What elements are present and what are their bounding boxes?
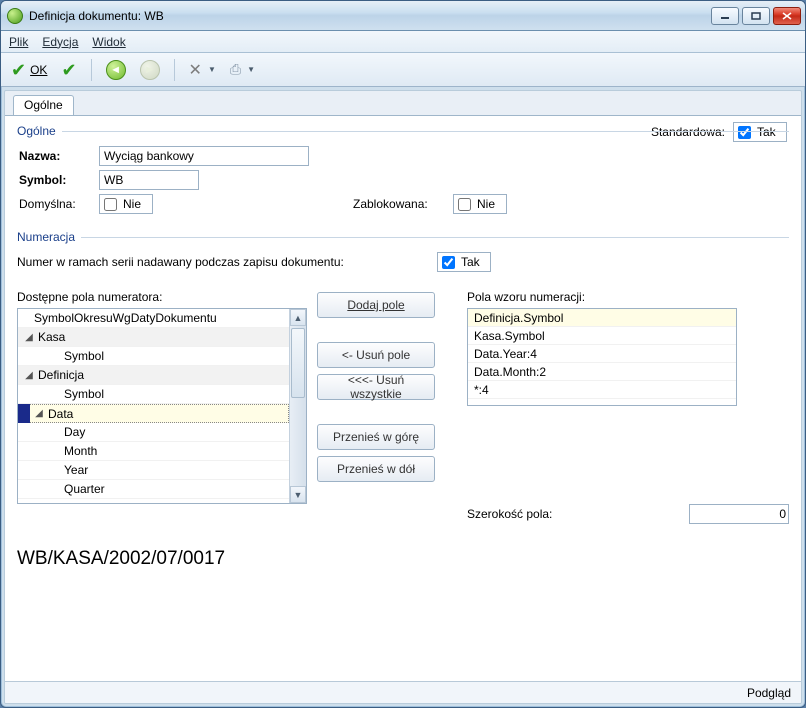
- menu-file[interactable]: Plik: [9, 35, 28, 49]
- series-checkbox-input[interactable]: [442, 256, 455, 269]
- list-item-label: SymbolOkresuWgDatyDokumentu: [34, 311, 217, 325]
- list-item-label: Kasa.Symbol: [474, 329, 545, 343]
- series-label: Numer w ramach serii nadawany podczas za…: [17, 255, 437, 269]
- field-width-label: Szerokość pola:: [467, 507, 577, 521]
- statusbar-right-text[interactable]: Podgląd: [747, 686, 791, 700]
- list-item[interactable]: Data.Year:4: [468, 345, 736, 363]
- scrollbar[interactable]: ▲ ▼: [289, 309, 306, 503]
- symbol-label: Symbol:: [17, 173, 99, 187]
- list-item-label: Month: [64, 444, 97, 458]
- list-item-label: Data.Year:4: [474, 347, 537, 361]
- scroll-up-icon[interactable]: ▲: [290, 309, 306, 326]
- locked-label: Zablokowana:: [353, 197, 453, 211]
- list-item-label: Data: [48, 407, 73, 421]
- check-icon: ✔: [11, 61, 26, 79]
- remove-field-button[interactable]: <- Usuń pole: [317, 342, 435, 368]
- list-item[interactable]: Symbol: [18, 347, 289, 366]
- list-item[interactable]: ◢ Kasa: [18, 328, 289, 347]
- list-item-label: Data.Month:2: [474, 365, 546, 379]
- locked-checkbox[interactable]: Nie: [453, 194, 507, 214]
- list-item[interactable]: Symbol: [18, 385, 289, 404]
- locked-check-text: Nie: [477, 197, 495, 211]
- locked-checkbox-input[interactable]: [458, 198, 471, 211]
- close-button[interactable]: [773, 7, 801, 25]
- list-item[interactable]: Year: [18, 461, 289, 480]
- list-item[interactable]: *:4: [468, 381, 736, 399]
- list-item-label: Symbol: [64, 349, 104, 363]
- app-icon: [7, 8, 23, 24]
- list-item[interactable]: Definicja.Symbol: [468, 309, 736, 327]
- nav-forward-button[interactable]: ►: [136, 57, 164, 83]
- list-item-label: Quarter: [64, 482, 105, 496]
- pattern-fields-list[interactable]: Definicja.Symbol Kasa.Symbol Data.Year:4 Da…: [467, 308, 737, 406]
- group-general-legend: Ogólne: [17, 124, 62, 138]
- name-label: Nazwa:: [17, 149, 99, 163]
- list-item-label: *:4: [474, 383, 489, 397]
- list-item-label: Kasa: [38, 330, 65, 344]
- apply-button[interactable]: ✔: [57, 57, 80, 83]
- available-fields-label: Dostępne pola numeratora:: [17, 290, 307, 304]
- series-checkbox[interactable]: Tak: [437, 252, 491, 272]
- nav-back-button[interactable]: ◄: [102, 57, 130, 83]
- list-item-label: Year: [64, 463, 88, 477]
- remove-all-button[interactable]: <<<- Usuń wszystkie: [317, 374, 435, 400]
- print-button[interactable]: ⎙ ▼: [226, 57, 259, 83]
- default-check-text: Nie: [123, 197, 141, 211]
- minimize-button[interactable]: [711, 7, 739, 25]
- list-item[interactable]: ◢ Data: [18, 404, 289, 423]
- chevron-down-icon: ▼: [208, 65, 216, 74]
- scroll-thumb[interactable]: [291, 328, 305, 398]
- default-label: Domyślna:: [17, 197, 99, 211]
- window-title: Definicja dokumentu: WB: [29, 9, 711, 23]
- available-fields-list[interactable]: SymbolOkresuWgDatyDokumentu◢KasaSymbol◢D…: [17, 308, 307, 504]
- separator: [91, 59, 92, 81]
- maximize-button[interactable]: [742, 7, 770, 25]
- menu-bar: Plik Edycja Widok: [1, 31, 805, 53]
- title-bar: Definicja dokumentu: WB: [1, 1, 805, 31]
- scroll-down-icon[interactable]: ▼: [290, 486, 306, 503]
- move-up-button[interactable]: Przenieś w górę: [317, 424, 435, 450]
- series-check-text: Tak: [461, 255, 480, 269]
- add-field-button[interactable]: Dodaj pole: [317, 292, 435, 318]
- expander-icon[interactable]: ◢: [24, 370, 34, 381]
- default-checkbox[interactable]: Nie: [99, 194, 153, 214]
- check-icon: ✔: [61, 61, 76, 79]
- menu-view[interactable]: Widok: [92, 35, 125, 49]
- field-width-input[interactable]: [689, 504, 789, 524]
- arrow-right-icon: ►: [140, 60, 160, 80]
- expander-icon[interactable]: ◢: [24, 332, 34, 343]
- tab-general[interactable]: Ogólne: [13, 95, 74, 116]
- list-item[interactable]: SymbolOkresuWgDatyDokumentu: [18, 309, 289, 328]
- preview-text: WB/KASA/2002/07/0017: [17, 548, 789, 570]
- pattern-fields-label: Pola wzoru numeracji:: [467, 290, 789, 304]
- selection-marker: [18, 404, 30, 423]
- list-item[interactable]: Quarter: [18, 480, 289, 499]
- arrow-left-icon: ◄: [106, 60, 126, 80]
- list-item[interactable]: Day: [18, 423, 289, 442]
- separator: [174, 59, 175, 81]
- tools-icon: ✕: [189, 60, 202, 80]
- list-item-label: Definicja: [38, 368, 84, 382]
- name-input[interactable]: [99, 146, 309, 166]
- printer-icon: ⎙: [230, 61, 241, 78]
- ok-label: OK: [30, 63, 47, 77]
- list-item-label: Day: [64, 425, 85, 439]
- symbol-input[interactable]: [99, 170, 199, 190]
- default-checkbox-input[interactable]: [104, 198, 117, 211]
- tools-button[interactable]: ✕ ▼: [185, 57, 220, 83]
- list-item-label: Symbol: [64, 387, 104, 401]
- list-item[interactable]: Data.Month:2: [468, 363, 736, 381]
- group-numbering-legend: Numeracja: [17, 230, 81, 244]
- ok-button[interactable]: ✔ OK: [7, 57, 51, 83]
- status-bar: Podgląd: [5, 681, 801, 703]
- expander-icon[interactable]: ◢: [34, 408, 44, 419]
- menu-edit[interactable]: Edycja: [42, 35, 78, 49]
- list-item[interactable]: Month: [18, 442, 289, 461]
- chevron-down-icon: ▼: [247, 65, 255, 74]
- toolbar: ✔ OK ✔ ◄ ► ✕ ▼ ⎙ ▼: [1, 53, 805, 87]
- list-item-label: Definicja.Symbol: [474, 311, 563, 325]
- list-item[interactable]: ◢ Definicja: [18, 366, 289, 385]
- list-item[interactable]: Kasa.Symbol: [468, 327, 736, 345]
- move-down-button[interactable]: Przenieś w dół: [317, 456, 435, 482]
